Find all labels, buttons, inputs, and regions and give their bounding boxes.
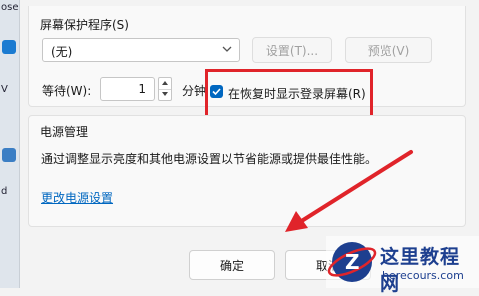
svg-text:Z: Z (345, 250, 360, 274)
watermark-site-url: herecours.com (382, 269, 464, 282)
watermark-logo: Z 这里教程网 herecours.com (326, 236, 479, 295)
